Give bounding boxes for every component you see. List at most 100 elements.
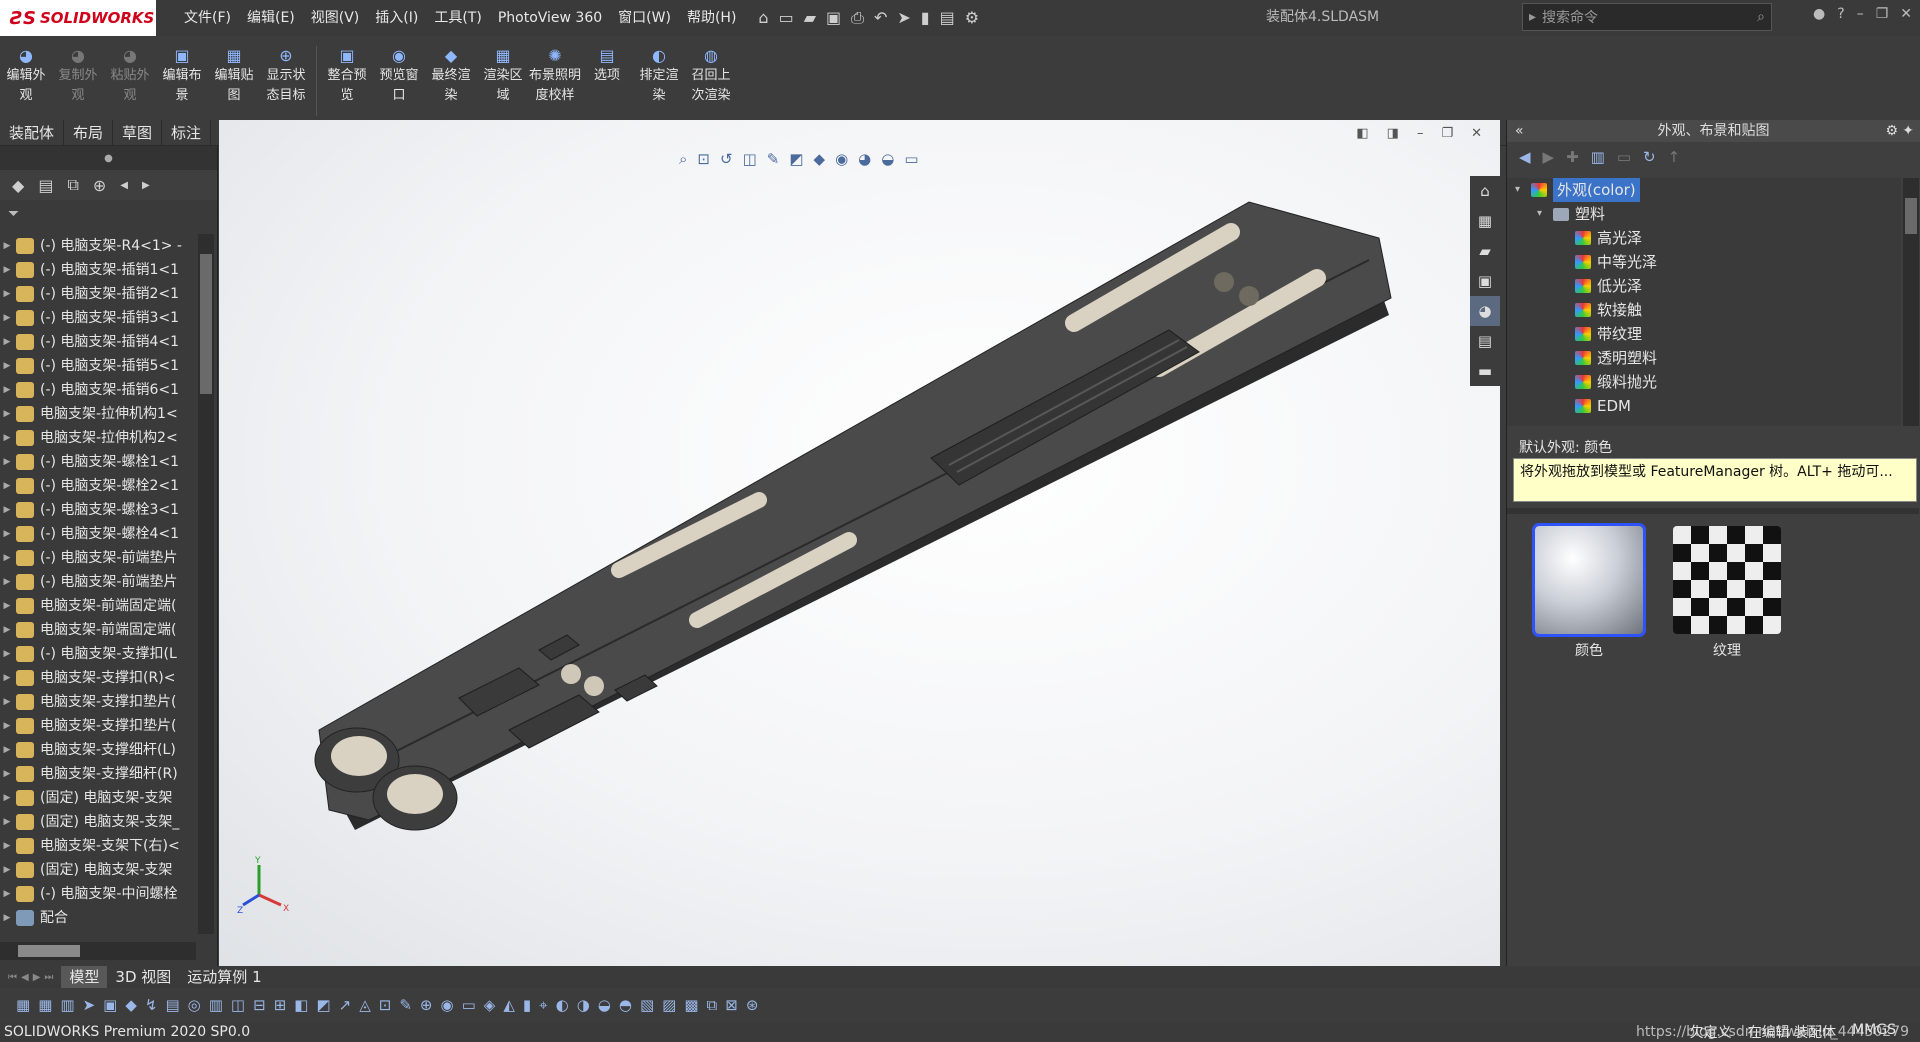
rebuild-icon[interactable]: ▮ [921,8,930,28]
filter-icon[interactable]: ⏷ [0,200,217,228]
tree-item[interactable]: ▶ (-) 电脑支架-支撑扣(L [0,642,196,666]
tree-item[interactable]: ▶ 电脑支架-前端固定端( [0,594,196,618]
command-tab[interactable]: 装配体 [0,120,65,145]
expand-arrow-icon[interactable]: ▶ [0,402,14,426]
bottom-tab[interactable]: 3D 视图 [107,966,179,988]
expand-arrow-icon[interactable]: ▶ [0,810,14,834]
tree-item[interactable]: ▶ (-) 电脑支架-前端垫片 [0,546,196,570]
ribbon-button[interactable]: ◕ 复制外观 [52,46,104,106]
toolbar-icon[interactable]: ▧ [640,996,654,1014]
add-folder-icon[interactable]: ✚ [1566,148,1579,166]
toolbar-icon[interactable]: ▭ [462,996,476,1014]
expand-arrow-icon[interactable]: ▶ [0,714,14,738]
expand-arrow-icon[interactable]: ▶ [0,498,14,522]
expand-arrow-icon[interactable]: ▶ [0,666,14,690]
toolbar-icon[interactable]: ⊕ [420,996,433,1014]
menu-item[interactable]: 插入(I) [367,0,426,36]
forum-icon[interactable]: ▬ [1470,356,1500,386]
tree-item[interactable]: ▶ 电脑支架-支撑扣垫片( [0,714,196,738]
toolbar-icon[interactable]: ▨ [662,996,676,1014]
expand-arrow-icon[interactable]: ▾ [1515,178,1531,202]
menu-item[interactable]: 编辑(E) [239,0,303,36]
tree-horizontal-scrollbar[interactable] [0,942,196,960]
scroll-right-icon[interactable]: ▶ [142,180,150,191]
minimize-icon[interactable]: – [1857,6,1864,22]
tree-item[interactable]: ▶ 电脑支架-支撑细杆(L) [0,738,196,762]
forward-icon[interactable]: ▶ [1543,148,1555,166]
expand-arrow-icon[interactable]: ▶ [0,546,14,570]
tree-item[interactable]: ▶ (-) 电脑支架-插销2<1 [0,282,196,306]
menu-item[interactable]: 帮助(H) [679,0,744,36]
tree-item[interactable]: ▶ (-) 电脑支架-螺栓4<1 [0,522,196,546]
tree-item[interactable]: ▶ (固定) 电脑支架-支架 [0,786,196,810]
search-input[interactable]: 搜索命令 [1542,7,1751,27]
tree-item[interactable]: ▶ (-) 电脑支架-螺栓3<1 [0,498,196,522]
configuration-manager-icon[interactable]: ⧉ [67,175,78,195]
refresh-icon[interactable]: ↻ [1643,148,1656,166]
ribbon-button[interactable]: ◍ 召回上 次渲染 [685,46,737,106]
command-tab[interactable]: 草图 [113,120,163,145]
file-explorer-icon[interactable]: ▰ [1470,236,1500,266]
first-tab-icon[interactable]: ⏮ [8,972,17,983]
up-icon[interactable]: ↑ [1668,148,1681,166]
expand-arrow-icon[interactable]: ▶ [0,882,14,906]
bottom-tab[interactable]: 运动算例 1 [179,966,269,988]
ribbon-button[interactable]: ◐ 排定渲染 [633,46,685,106]
toolbar-icon[interactable]: ⧉ [707,996,718,1014]
new-file-icon[interactable]: ▭ [779,8,794,28]
toolbar-icon[interactable]: ◉ [441,996,454,1014]
appearances-icon[interactable]: ◕ [1470,296,1500,326]
library-icon[interactable]: ▥ [1591,148,1605,166]
tree-item[interactable]: ▶ (-) 电脑支架-插销3<1 [0,306,196,330]
expand-arrow-icon[interactable]: ▶ [0,474,14,498]
toolbar-icon[interactable]: ⊠ [725,996,738,1014]
toolbar-icon[interactable]: ◫ [231,996,245,1014]
expand-arrow-icon[interactable]: ▶ [0,450,14,474]
ribbon-button[interactable]: ◆ 最终渲染 [425,46,477,106]
appearance-tree-item[interactable]: 中等光泽 [1507,250,1901,274]
expand-arrow-icon[interactable]: ▶ [0,306,14,330]
toolbar-icon[interactable]: ◩ [316,996,330,1014]
expand-arrow-icon[interactable]: ▶ [0,858,14,882]
pane-splitter[interactable] [1507,508,1919,514]
next-tab-icon[interactable]: ▶ [33,972,41,983]
tree-item[interactable]: ▶ 电脑支架-支撑扣(R)< [0,666,196,690]
toolbar-icon[interactable]: ➤ [83,996,96,1014]
expand-arrow-icon[interactable]: ▶ [0,570,14,594]
home-icon[interactable]: ⌂ [758,8,768,28]
tree-item[interactable]: ▶ 电脑支架-支架下(右)< [0,834,196,858]
collapse-pane-icon[interactable]: « [1515,120,1524,142]
menu-item[interactable]: 窗口(W) [610,0,679,36]
solidworks-resources-icon[interactable]: ⌂ [1470,176,1500,206]
pane-settings-icon[interactable]: ⚙ [1885,120,1898,142]
tree-item[interactable]: ▶ 电脑支架-拉伸机构1< [0,402,196,426]
search-commands[interactable]: ▸ 搜索命令 ⌕ [1522,3,1772,31]
tree-item[interactable]: ▶ 电脑支架-支撑扣垫片( [0,690,196,714]
expand-arrow-icon[interactable]: ▶ [0,354,14,378]
help-icon[interactable]: ? [1837,6,1844,22]
tree-item[interactable]: ▶ (-) 电脑支架-前端垫片 [0,570,196,594]
toolbar-icon[interactable]: ◧ [294,996,308,1014]
appearance-tree-item[interactable]: ▾ 塑料 [1507,202,1901,226]
last-tab-icon[interactable]: ⏭ [44,972,53,983]
tree-item[interactable]: ▶ (-) 电脑支架-R4<1> - [0,234,196,258]
view-palette-icon[interactable]: ▣ [1470,266,1500,296]
tree-item[interactable]: ▶ (-) 电脑支架-插销6<1 [0,378,196,402]
command-tab[interactable]: 标注 [162,120,212,145]
toolbar-icon[interactable]: ▦ [38,996,52,1014]
command-tab[interactable]: 布局 [64,120,114,145]
expand-arrow-icon[interactable]: ▶ [0,258,14,282]
toolbar-icon[interactable]: ⊟ [253,996,266,1014]
solidworks-logo[interactable]: ƧS SOLIDWORKS [0,0,156,36]
toolbar-icon[interactable]: ◭ [503,996,515,1014]
ribbon-button[interactable]: ◕ 粘贴外观 [104,46,156,106]
toolbar-icon[interactable]: ⊞ [274,996,287,1014]
appearance-tree-item[interactable]: ▾ 外观(color) [1507,178,1901,202]
ribbon-button[interactable]: ▦ 编辑贴图 [208,46,260,106]
save-icon[interactable]: ▣ [826,8,841,28]
bottom-tab[interactable]: 模型 [61,966,108,988]
appearance-tree-item[interactable]: 低光泽 [1507,274,1901,298]
tree-item[interactable]: ▶ (固定) 电脑支架-支架_ [0,810,196,834]
tree-vertical-scrollbar[interactable] [198,234,214,934]
toolbar-icon[interactable]: ◬ [359,996,371,1014]
